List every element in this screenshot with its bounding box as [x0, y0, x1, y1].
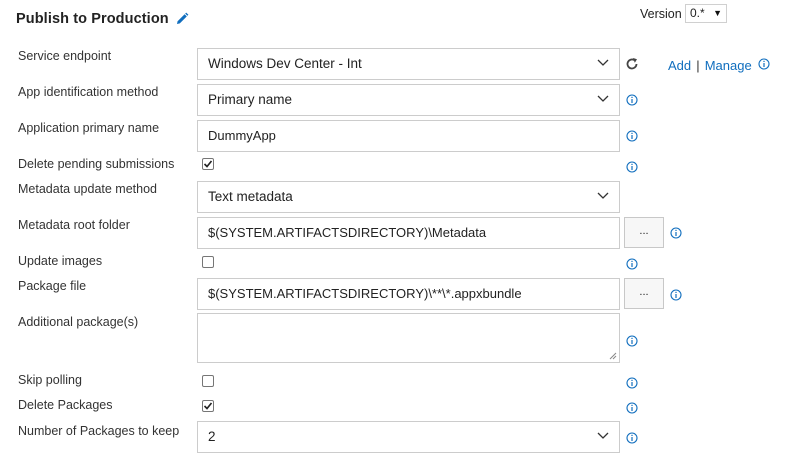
info-icon[interactable] [626, 402, 638, 414]
update-images-label: Update images [18, 254, 103, 268]
chevron-down-icon [597, 432, 609, 439]
chevron-down-icon [597, 95, 609, 102]
metadata-root-value: $(SYSTEM.ARTIFACTSDIRECTORY)\Metadata [208, 225, 487, 240]
skip-polling-label: Skip polling [18, 373, 82, 387]
check-icon [203, 402, 213, 410]
service-endpoint-label: Service endpoint [18, 49, 112, 63]
caret-down-icon: ▼ [713, 8, 722, 18]
add-link[interactable]: Add [668, 58, 691, 73]
version-label: Version [640, 7, 682, 21]
version-select[interactable]: 0.* ▼ [685, 4, 727, 23]
info-icon[interactable] [670, 227, 682, 239]
package-file-browse-button[interactable]: ... [624, 278, 664, 309]
info-icon[interactable] [626, 335, 638, 347]
package-file-label: Package file [18, 279, 87, 293]
delete-pending-checkbox[interactable] [202, 158, 214, 170]
package-file-input[interactable]: $(SYSTEM.ARTIFACTSDIRECTORY)\**\*.appxbu… [197, 278, 620, 310]
app-primary-name-input[interactable]: DummyApp [197, 120, 620, 152]
chevron-down-icon [597, 192, 609, 199]
app-primary-name-value: DummyApp [208, 128, 276, 143]
app-primary-name-label: Application primary name [18, 121, 160, 135]
additional-packages-label: Additional package(s) [18, 315, 139, 329]
info-icon[interactable] [758, 58, 770, 70]
metadata-method-select[interactable]: Text metadata [197, 181, 620, 213]
page-title: Publish to Production [16, 11, 169, 27]
app-id-method-select[interactable]: Primary name [197, 84, 620, 116]
metadata-method-value: Text metadata [208, 189, 293, 204]
update-images-checkbox[interactable] [202, 256, 214, 268]
resize-handle-icon[interactable] [609, 352, 617, 360]
metadata-root-browse-button[interactable]: ... [624, 217, 664, 248]
service-endpoint-value: Windows Dev Center - Int [208, 56, 362, 71]
package-file-value: $(SYSTEM.ARTIFACTSDIRECTORY)\**\*.appxbu… [208, 286, 522, 301]
info-icon[interactable] [626, 258, 638, 270]
info-icon[interactable] [626, 94, 638, 106]
packages-to-keep-value: 2 [208, 429, 216, 444]
version-value: 0.* [690, 6, 705, 20]
info-icon[interactable] [626, 432, 638, 444]
info-icon[interactable] [626, 130, 638, 142]
refresh-icon[interactable] [624, 56, 640, 72]
manage-link[interactable]: Manage [705, 58, 752, 73]
info-icon[interactable] [626, 377, 638, 389]
metadata-root-input[interactable]: $(SYSTEM.ARTIFACTSDIRECTORY)\Metadata [197, 217, 620, 249]
link-separator: | [696, 58, 700, 73]
metadata-method-label: Metadata update method [18, 182, 157, 196]
check-icon [203, 160, 213, 168]
delete-packages-checkbox[interactable] [202, 400, 214, 412]
info-icon[interactable] [670, 289, 682, 301]
chevron-down-icon [597, 59, 609, 66]
pencil-edit-icon[interactable] [175, 12, 189, 26]
skip-polling-checkbox[interactable] [202, 375, 214, 387]
app-id-method-value: Primary name [208, 92, 293, 107]
delete-pending-label: Delete pending submissions [18, 157, 175, 171]
packages-to-keep-select[interactable]: 2 [197, 421, 620, 453]
metadata-root-label: Metadata root folder [18, 218, 130, 232]
delete-packages-label: Delete Packages [18, 398, 113, 412]
additional-packages-textarea[interactable] [197, 313, 620, 363]
app-id-method-label: App identification method [18, 85, 159, 99]
endpoint-links: Add | Manage [668, 55, 752, 74]
info-icon[interactable] [626, 161, 638, 173]
service-endpoint-select[interactable]: Windows Dev Center - Int [197, 48, 620, 80]
packages-to-keep-label: Number of Packages to keep [18, 424, 180, 438]
